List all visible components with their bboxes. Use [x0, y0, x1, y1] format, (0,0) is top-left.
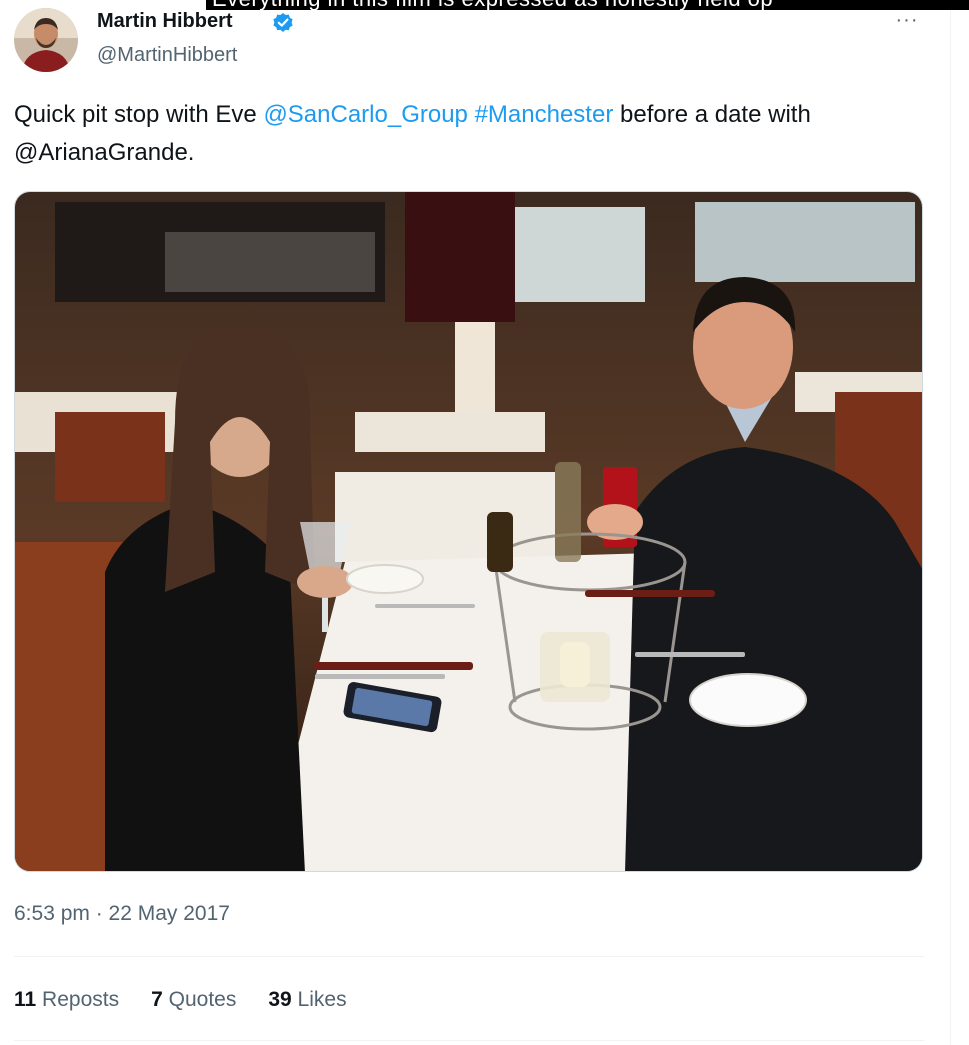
hashtag-link[interactable]: #Manchester [475, 101, 614, 128]
reposts-stat[interactable]: 11 Reposts [14, 986, 119, 1014]
author-handle[interactable]: @MartinHibbert [97, 42, 237, 68]
author-avatar[interactable] [14, 8, 78, 72]
tweet-text: Quick pit stop with Eve @SanCarlo_Group … [14, 96, 924, 172]
video-caption-bar: Everything in this film is expressed as … [206, 0, 969, 10]
mention-link[interactable]: @SanCarlo_Group [263, 101, 467, 128]
caption-text: Everything in this film is expressed as … [212, 0, 773, 10]
tweet-photo[interactable] [14, 191, 923, 872]
quotes-stat[interactable]: 7 Quotes [151, 986, 236, 1014]
more-options-icon[interactable]: ··· [890, 10, 924, 30]
likes-stat[interactable]: 39 Likes [268, 986, 346, 1014]
avatar-photo-icon [14, 8, 78, 72]
tweet-text-segment [468, 101, 475, 128]
quotes-label: Quotes [168, 988, 237, 1011]
likes-label: Likes [297, 988, 347, 1011]
quotes-count: 7 [151, 988, 163, 1011]
likes-count: 39 [268, 988, 292, 1011]
verified-badge-icon [273, 13, 293, 32]
divider [14, 956, 924, 957]
reposts-count: 11 [14, 988, 37, 1011]
author-display-name[interactable]: Martin Hibbert [97, 8, 233, 34]
tweet-text-segment: Quick pit stop with Eve [14, 101, 264, 128]
divider [14, 1040, 924, 1041]
reposts-label: Reposts [42, 988, 120, 1011]
restaurant-photo-icon [15, 192, 922, 871]
tweet-timestamp[interactable]: 6:53 pm · 22 May 2017 [14, 900, 230, 928]
column-divider [950, 10, 951, 1045]
engagement-stats: 11 Reposts 7 Quotes 39 Likes [14, 986, 379, 1014]
